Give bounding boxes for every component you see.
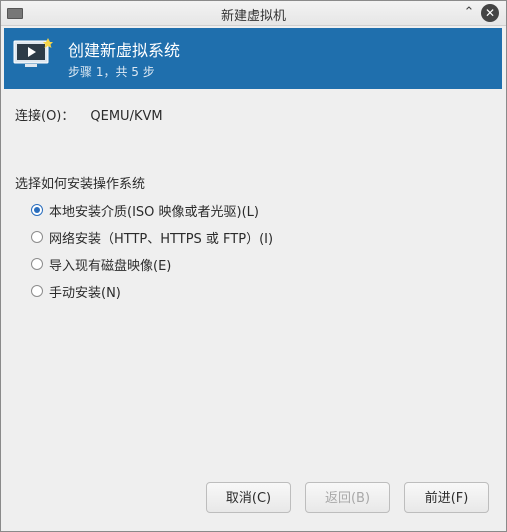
title-bar[interactable]: 新建虚拟机 ⌃ ✕ xyxy=(1,1,506,26)
radio-manual-install[interactable] xyxy=(31,285,43,297)
back-button[interactable]: 返回(B) xyxy=(305,482,390,513)
option-local-media[interactable]: 本地安装介质(ISO 映像或者光驱)(L) xyxy=(31,200,259,220)
option-label: 网络安装（HTTP、HTTPS 或 FTP）(I) xyxy=(49,231,274,247)
forward-button[interactable]: 前进(F) xyxy=(404,482,489,513)
cancel-button[interactable]: 取消(C) xyxy=(206,482,291,513)
wizard-banner: 创建新虚拟系统 步骤 1，共 5 步 xyxy=(4,28,502,89)
connection-row: 连接(O)： QEMU/KVM xyxy=(15,105,163,124)
window-title: 新建虚拟机 xyxy=(220,9,286,24)
radio-network-install[interactable] xyxy=(31,231,43,243)
radio-local-media[interactable] xyxy=(31,204,43,216)
install-method-title: 选择如何安装操作系统 xyxy=(15,177,146,192)
option-label: 本地安装介质(ISO 映像或者光驱)(L) xyxy=(49,204,259,220)
radio-import-disk[interactable] xyxy=(31,258,43,270)
connection-value: QEMU/KVM xyxy=(90,109,163,124)
step-indicator: 步骤 1，共 5 步 xyxy=(68,65,155,79)
option-manual-install[interactable]: 手动安装(N) xyxy=(31,281,121,301)
banner-heading: 创建新虚拟系统 xyxy=(68,41,181,60)
option-label: 手动安装(N) xyxy=(49,285,121,301)
minimize-icon[interactable]: ⌃ xyxy=(461,5,477,21)
option-label: 导入现有磁盘映像(E) xyxy=(49,258,172,274)
new-vm-dialog: 新建虚拟机 ⌃ ✕ 创建新虚拟系统 步骤 1，共 5 步 连接(O)： QEMU/… xyxy=(0,0,507,532)
option-import-disk[interactable]: 导入现有磁盘映像(E) xyxy=(31,254,171,274)
monitor-play-icon xyxy=(13,38,53,67)
option-network-install[interactable]: 网络安装（HTTP、HTTPS 或 FTP）(I) xyxy=(31,227,273,247)
connection-label: 连接(O)： xyxy=(15,109,75,124)
close-icon[interactable]: ✕ xyxy=(481,4,499,22)
